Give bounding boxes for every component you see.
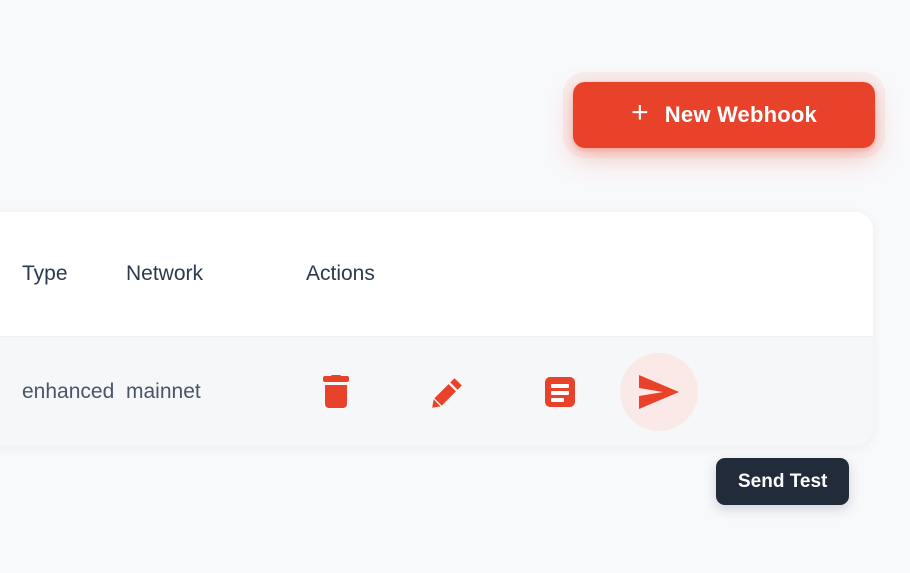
trash-icon xyxy=(321,375,351,408)
column-header-actions: Actions xyxy=(306,262,375,285)
column-header-network: Network xyxy=(126,262,204,285)
cell-network: mainnet xyxy=(126,379,201,403)
logs-icon xyxy=(544,376,576,408)
new-webhook-button[interactable]: + New Webhook xyxy=(573,82,875,148)
delete-webhook-button[interactable] xyxy=(308,364,364,420)
table-header-row: Type Network Actions xyxy=(0,212,873,337)
view-logs-button[interactable] xyxy=(532,364,588,420)
pencil-icon xyxy=(432,376,464,408)
cell-type: enhanced xyxy=(22,379,115,403)
webhooks-table-card: Type Network Actions enhanced mainnet xyxy=(0,212,873,446)
plus-icon: + xyxy=(631,96,649,129)
new-webhook-label: New Webhook xyxy=(664,102,817,127)
send-test-button[interactable] xyxy=(620,352,698,431)
send-icon xyxy=(637,373,681,411)
cell-actions xyxy=(306,352,873,431)
column-header-type: Type xyxy=(22,262,68,285)
table-row[interactable]: enhanced mainnet xyxy=(0,337,873,446)
edit-webhook-button[interactable] xyxy=(420,364,476,420)
send-test-tooltip: Send Test xyxy=(716,458,850,505)
